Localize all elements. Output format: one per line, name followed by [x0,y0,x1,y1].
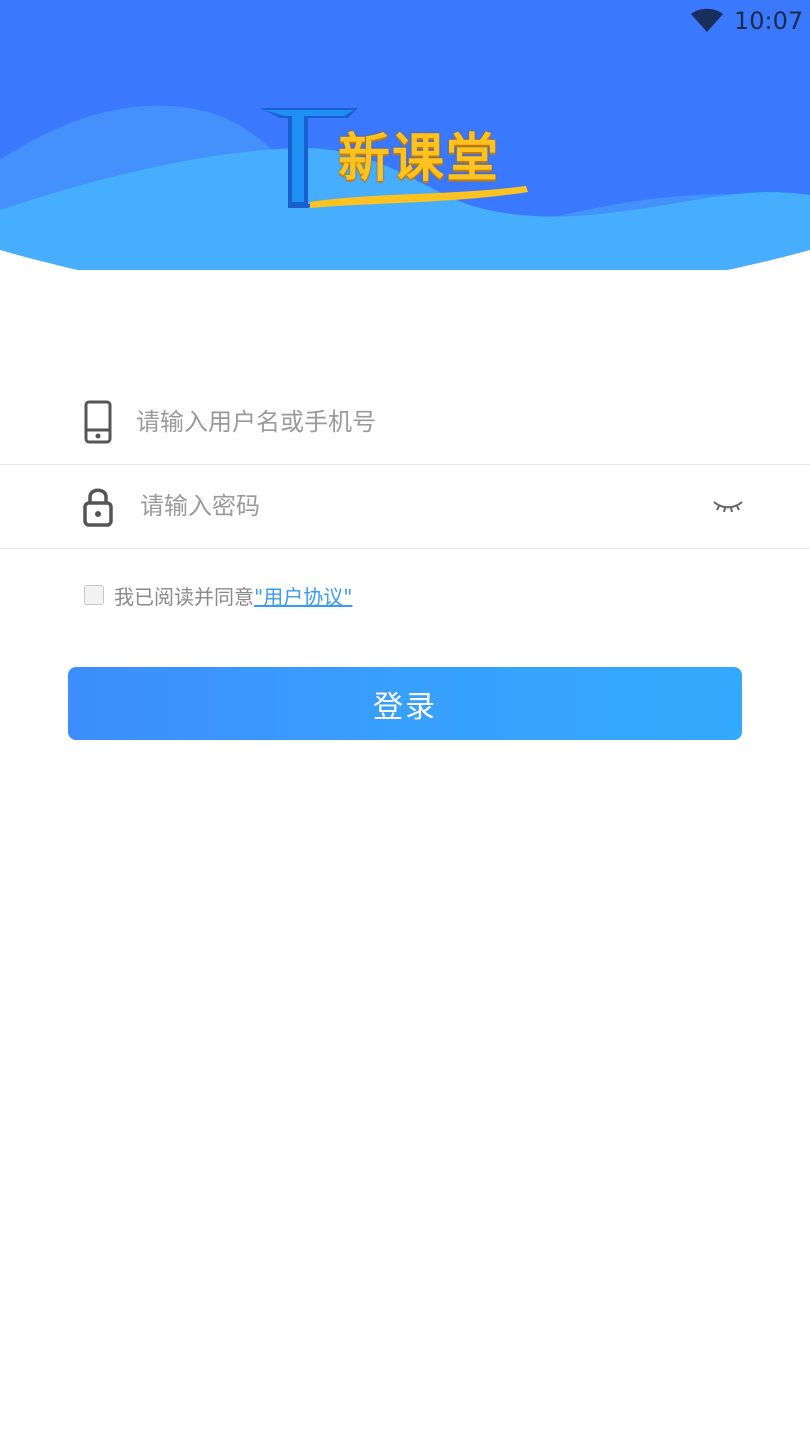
username-input[interactable] [136,402,676,442]
user-agreement-link[interactable]: "用户协议" [254,581,352,610]
status-time: 10:07 [734,7,804,35]
password-field-row [0,464,810,549]
logo-text: 新课堂 [338,129,501,189]
login-screen: 10:07 新课堂 我已阅读并同意 [0,0,810,1440]
agreement-checkbox[interactable] [84,585,104,605]
wifi-icon [691,8,723,32]
eye-closed-icon[interactable] [712,494,744,516]
phone-icon [84,400,112,444]
agreement-row: 我已阅读并同意 "用户协议" [84,580,352,610]
agreement-text: 我已阅读并同意 [114,584,254,609]
password-input[interactable] [140,486,680,526]
lock-icon [83,488,113,527]
status-bar: 10:07 [0,0,810,44]
username-field-row [0,380,810,465]
login-button[interactable]: 登录 [68,667,742,740]
